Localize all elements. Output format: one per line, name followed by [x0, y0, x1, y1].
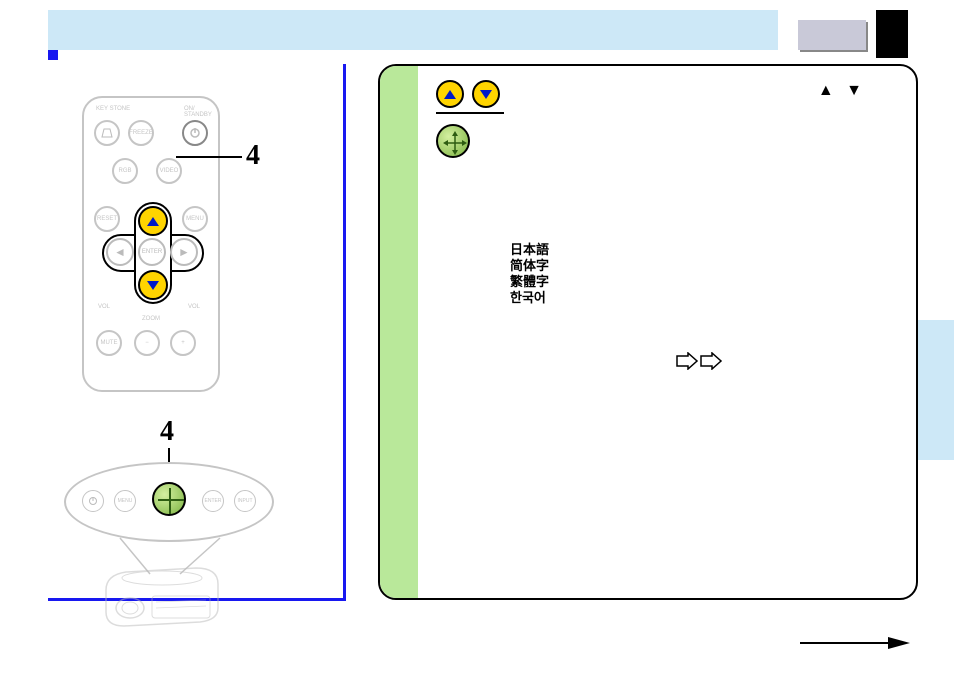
up-arrow-icon: [444, 90, 456, 99]
menu-icons-underline: [436, 112, 504, 114]
dpad-left[interactable]: ◄: [106, 238, 134, 266]
reset-button[interactable]: RESET: [94, 206, 120, 232]
lang-japanese[interactable]: 日本語: [510, 242, 549, 258]
step-number-4-remote: 4: [246, 140, 260, 172]
onstandby-button[interactable]: [182, 120, 208, 146]
zoom-out-button[interactable]: −: [134, 330, 160, 356]
keystone-label: KEY STONE: [96, 106, 130, 112]
freeze-button[interactable]: FREEZE: [128, 120, 154, 146]
menu-side-strip: [380, 66, 418, 598]
continued-arrow: [800, 636, 910, 650]
lang-simplified-chinese[interactable]: 简体字: [510, 258, 549, 274]
remote-control: KEY STONE ON/ STANDBY FREEZE RGB VIDEO R…: [82, 96, 220, 392]
page-triangles: ▲ ▼: [818, 82, 866, 100]
step-number-4-panel: 4: [160, 416, 174, 448]
column-divider-vertical: [343, 64, 346, 600]
dpad-right[interactable]: ►: [170, 238, 198, 266]
panel-input-button[interactable]: INPUT: [234, 490, 256, 512]
header-black-tab: [876, 10, 908, 58]
dpad-down[interactable]: [138, 270, 168, 300]
down-arrow-icon: [480, 90, 492, 99]
menu-screen: ▲ ▼ 日本語 简体字 繁體字 한국어: [378, 64, 918, 600]
vol-minus-label: VOL: [98, 304, 110, 310]
lang-korean[interactable]: 한국어: [510, 290, 549, 306]
menu-select-button[interactable]: [436, 124, 470, 158]
header-bar: [48, 10, 778, 50]
select-cross-icon: [440, 128, 470, 158]
down-arrow-icon: [147, 281, 159, 290]
panel-select-button[interactable]: [152, 482, 186, 516]
menu-button[interactable]: MENU: [182, 206, 208, 232]
panel-menu-button[interactable]: MENU: [114, 490, 136, 512]
vol-plus-label: VOL: [188, 304, 200, 310]
language-list: 日本語 简体字 繁體字 한국어: [510, 242, 549, 306]
side-section-tab: [916, 320, 954, 460]
menu-up-button[interactable]: [436, 80, 464, 108]
next-icons: [676, 352, 722, 370]
lang-traditional-chinese[interactable]: 繁體字: [510, 274, 549, 290]
callout-line-remote: [176, 156, 242, 158]
zoom-in-button[interactable]: +: [170, 330, 196, 356]
rgb-button[interactable]: RGB: [112, 158, 138, 184]
projector-illustration: [96, 560, 226, 630]
video-button[interactable]: VIDEO: [156, 158, 182, 184]
power-icon: [88, 496, 98, 506]
panel-power-button[interactable]: [82, 490, 104, 512]
panel-enter-button[interactable]: ENTER: [202, 490, 224, 512]
keystone-icon: [100, 128, 114, 138]
power-icon: [189, 127, 201, 139]
zoom-label: ZOOM: [142, 316, 160, 322]
page-arrow-icon: [700, 352, 722, 370]
header-page-tab: [798, 20, 866, 50]
keystone-button[interactable]: [94, 120, 120, 146]
dpad-up[interactable]: [138, 206, 168, 236]
mute-button[interactable]: MUTE: [96, 330, 122, 356]
dpad-enter[interactable]: ENTER: [138, 238, 166, 266]
page-arrow-icon: [676, 352, 698, 370]
up-arrow-icon: [147, 217, 159, 226]
onstandby-label: ON/ STANDBY: [184, 106, 218, 118]
menu-down-button[interactable]: [472, 80, 500, 108]
